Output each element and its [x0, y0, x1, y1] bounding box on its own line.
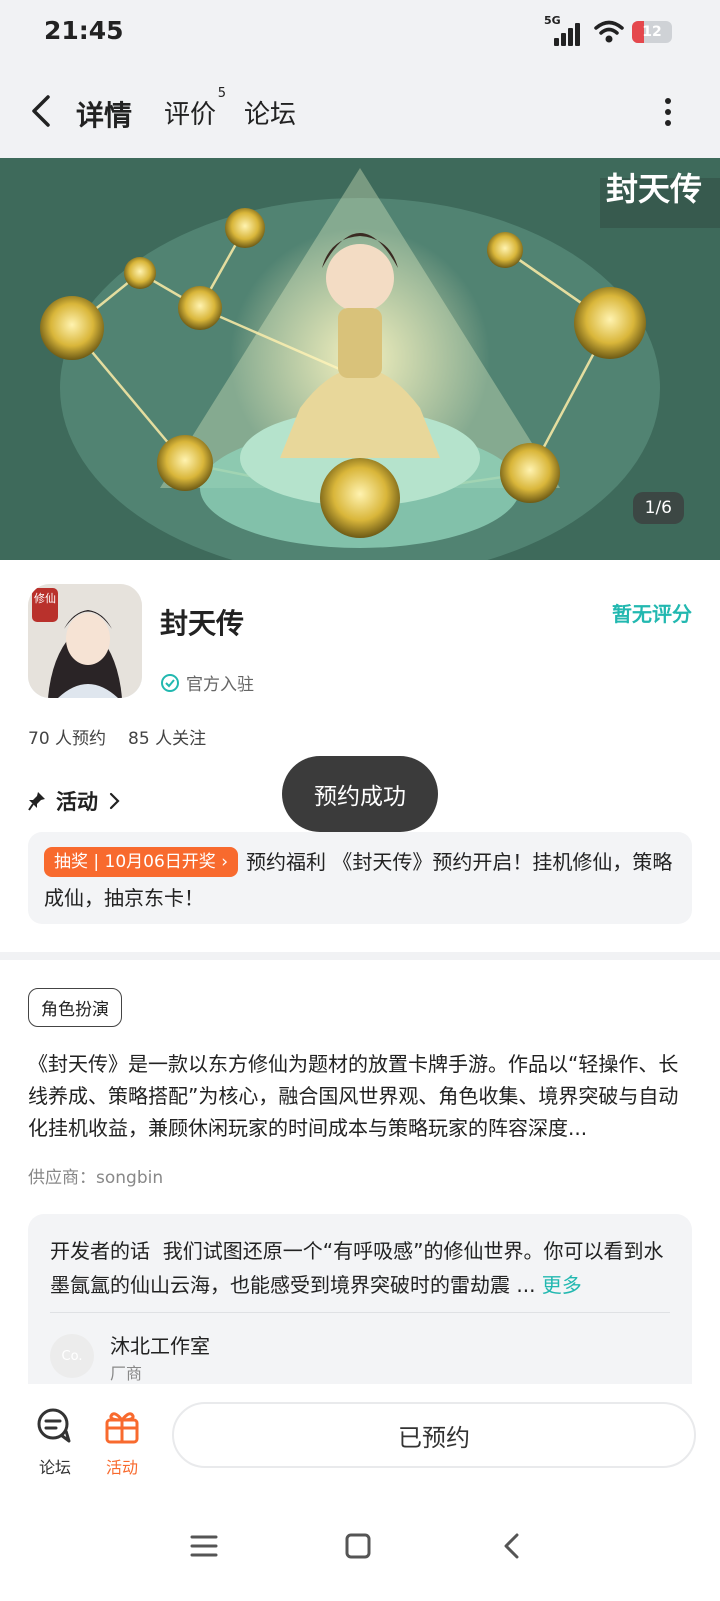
app-icon: 修仙 — [28, 584, 142, 698]
developer-name[interactable]: 沐北工作室 — [110, 1330, 210, 1359]
battery-level: 12 — [642, 24, 662, 40]
app-icon-badge: 修仙 — [34, 591, 56, 605]
tab-detail-label: 详情 — [76, 99, 133, 132]
developer-divider — [50, 1312, 670, 1313]
banner-carousel[interactable]: 封天传 1/6 — [0, 158, 720, 560]
follower-count: 85 人关注 — [128, 729, 207, 749]
more-vertical-icon[interactable] — [664, 98, 672, 126]
detail-header: 详情 评价 5 论坛 — [0, 64, 720, 158]
lottery-tag-label: 抽奖 | 10月06日开奖 — [54, 852, 216, 872]
tab-review-label: 评价 — [164, 100, 217, 130]
back-arrow-icon[interactable] — [28, 94, 58, 128]
tab-forum[interactable]: 论坛 — [244, 94, 296, 131]
activity-card[interactable]: 抽奖 | 10月06日开奖 › 预约福利 《封天传》预约开启！挂机修仙，策略成仙，… — [28, 832, 692, 924]
banner-game-logo: 封天传 — [606, 170, 702, 208]
bottom-action-bar: 论坛 活动 已预约 — [0, 1384, 720, 1496]
developer-role: 厂商 — [110, 1364, 143, 1383]
developer-note: 开发者的话 我们试图还原一个“有呼吸感”的修仙世界。你可以看到水墨氤氲的仙山云海… — [50, 1234, 670, 1302]
system-navigation-bar — [0, 1496, 720, 1601]
tab-review[interactable]: 评价 5 — [164, 86, 226, 131]
genre-tag[interactable]: 角色扮演 — [28, 988, 122, 1027]
chevron-right-icon — [109, 792, 120, 810]
developer-avatar: Co. — [50, 1334, 94, 1378]
bottom-forum-button[interactable]: 论坛 — [25, 1406, 85, 1478]
tab-detail[interactable]: 详情 — [70, 94, 139, 134]
back-icon[interactable] — [498, 1532, 526, 1560]
menu-icon[interactable] — [190, 1532, 218, 1560]
status-time: 21:45 — [44, 16, 124, 45]
wifi-icon — [594, 20, 624, 43]
developer-note-card[interactable]: 开发者的话 我们试图还原一个“有呼吸感”的修仙世界。你可以看到水墨氤氲的仙山云海… — [28, 1214, 692, 1384]
reservation-count: 70 人预约 — [28, 729, 107, 749]
activity-header[interactable]: 活动 — [28, 786, 120, 816]
bottom-forum-label: 论坛 — [38, 1458, 71, 1477]
bottom-activity-label: 活动 — [105, 1458, 138, 1477]
section-divider — [0, 952, 720, 960]
cellular-signal-icon: 5G — [544, 14, 586, 46]
toast-message: 预约成功 — [282, 756, 438, 832]
status-icons: 5G 12 — [544, 14, 672, 46]
lottery-tag[interactable]: 抽奖 | 10月06日开奖 › — [44, 847, 239, 877]
reserved-button[interactable]: 已预约 — [172, 1402, 696, 1468]
activity-title: 活动 — [56, 790, 98, 814]
official-badge: 官方入驻 — [160, 670, 254, 695]
gift-icon — [105, 1412, 139, 1444]
banner-artwork: 封天传 — [0, 158, 720, 560]
official-label: 官方入驻 — [186, 675, 254, 695]
review-count-badge: 5 — [217, 86, 227, 101]
developer-note-label: 开发者的话 — [50, 1239, 150, 1263]
banner-page-indicator: 1/6 — [632, 492, 684, 524]
status-bar: 21:45 5G 12 — [0, 0, 720, 64]
tab-forum-label: 论坛 — [244, 100, 297, 130]
game-description: 《封天传》是一款以东方修仙为题材的放置卡牌手游。作品以“轻操作、长线养成、策略搭… — [28, 1052, 679, 1140]
home-icon[interactable] — [344, 1532, 372, 1560]
battery-icon: 12 — [632, 21, 672, 43]
pin-icon — [28, 792, 45, 811]
supplier-info: 供应商：songbin — [28, 1168, 164, 1188]
chat-bubble-icon — [37, 1408, 71, 1443]
app-title: 封天传 — [160, 607, 245, 640]
more-link[interactable]: 更多 — [542, 1273, 582, 1297]
verified-check-icon — [161, 673, 179, 692]
bottom-activity-button[interactable]: 活动 — [92, 1406, 152, 1478]
network-type: 5G — [544, 14, 561, 27]
rating-status[interactable]: 暂无评分 — [612, 598, 692, 627]
app-stats: 70 人预约 85 人关注 — [28, 724, 206, 749]
